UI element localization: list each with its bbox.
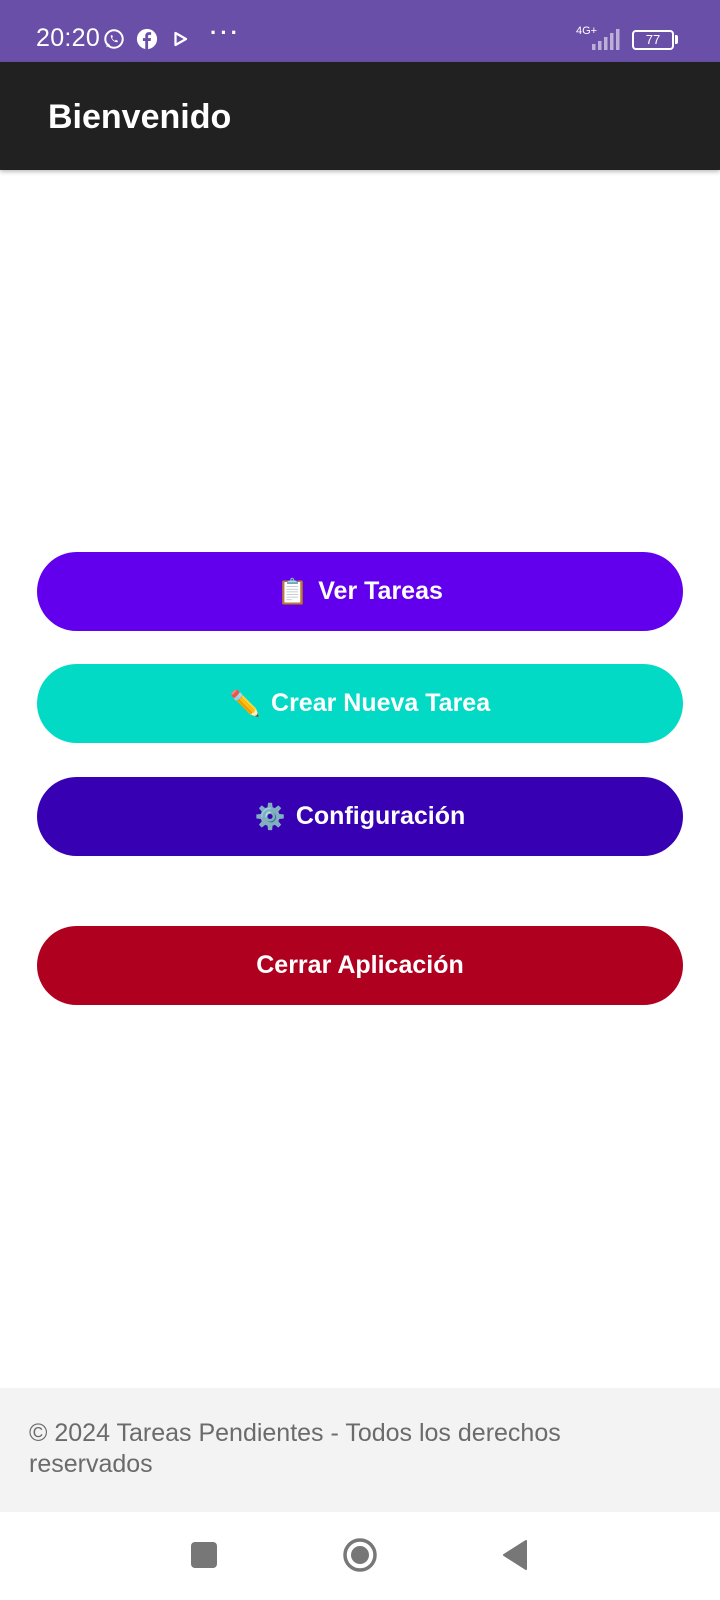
signal-icon	[592, 29, 620, 50]
more-notifications-icon: ···	[210, 20, 241, 45]
facebook-icon	[136, 28, 158, 50]
clipboard-icon: 📋	[277, 576, 309, 606]
view-tasks-button[interactable]: 📋 Ver Tareas	[37, 552, 683, 631]
page-title: Bienvenido	[48, 98, 232, 136]
app-bar: Bienvenido	[0, 62, 720, 170]
close-app-button[interactable]: Cerrar Aplicación	[37, 926, 683, 1005]
back-icon[interactable]	[502, 1539, 528, 1571]
status-time: 20:20	[36, 24, 101, 52]
create-task-button[interactable]: ✏️ Crear Nueva Tarea	[37, 664, 683, 743]
pencil-icon: ✏️	[229, 688, 262, 718]
gear-icon: ⚙️	[254, 801, 286, 831]
navigation-bar	[0, 1512, 720, 1600]
app-screen: 20:20 ··· 4G+ 77 Bienvenido 📋 Ver Tareas…	[0, 0, 720, 1600]
status-bar: 20:20 ··· 4G+ 77	[0, 0, 720, 62]
close-app-label: Cerrar Aplicación	[256, 951, 464, 979]
recents-icon[interactable]	[191, 1542, 217, 1568]
create-task-label: Crear Nueva Tarea	[271, 689, 491, 717]
footer: © 2024 Tareas Pendientes - Todos los der…	[0, 1388, 720, 1512]
home-icon[interactable]	[342, 1537, 378, 1573]
settings-button[interactable]: ⚙️ Configuración	[37, 777, 683, 856]
settings-label: Configuración	[295, 802, 466, 830]
copyright-text: © 2024 Tareas Pendientes - Todos los der…	[29, 1419, 561, 1478]
battery-icon: 77	[632, 30, 674, 50]
view-tasks-label: Ver Tareas	[318, 577, 443, 605]
battery-level: 77	[645, 32, 661, 47]
whatsapp-icon	[104, 29, 124, 49]
battery-tip	[675, 35, 678, 44]
play-icon	[174, 31, 188, 47]
